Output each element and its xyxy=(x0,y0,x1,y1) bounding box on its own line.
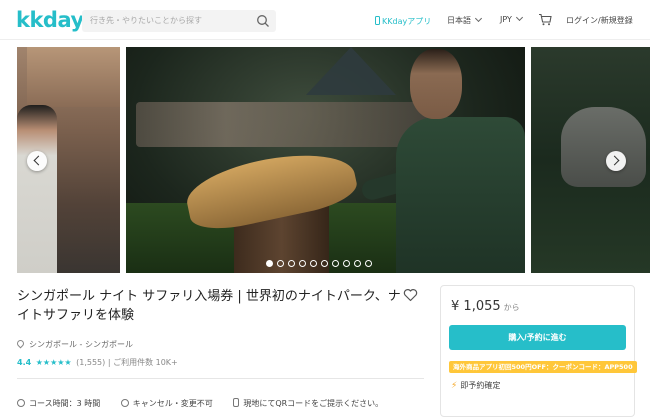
currency-label: JPY xyxy=(500,15,512,24)
chevron-down-icon xyxy=(515,13,523,22)
gallery-prev-button[interactable] xyxy=(27,151,47,171)
audience-crowd xyxy=(136,102,436,147)
currency-selector[interactable]: JPY xyxy=(500,13,523,24)
elephant xyxy=(561,107,646,187)
image-gallery xyxy=(0,45,650,273)
gallery-dot[interactable] xyxy=(266,260,273,267)
search-input[interactable]: 行き先・やりたいことから探す xyxy=(90,15,202,26)
feature-duration-label: コース時間：3 時間 xyxy=(29,399,101,408)
lightning-icon: ⚡ xyxy=(451,381,458,391)
gallery-dot[interactable] xyxy=(288,260,295,267)
building-roof xyxy=(27,47,120,107)
clock-icon xyxy=(17,399,25,407)
product-title: シンガポール ナイト サファリ入場券 | 世界初のナイトパーク、ナイトサファリを… xyxy=(17,289,401,323)
location-text[interactable]: シンガポール - シンガポール xyxy=(29,340,133,349)
review-count[interactable]: (1,555) xyxy=(76,358,105,367)
keeper-head xyxy=(410,49,462,119)
gallery-dot[interactable] xyxy=(299,260,306,267)
heart-icon[interactable] xyxy=(403,288,418,302)
feature-voucher-label: 現地にてQRコードをご提示ください。 xyxy=(243,399,384,408)
gallery-dot[interactable] xyxy=(354,260,361,267)
kkday-logo[interactable]: kkday xyxy=(16,8,84,32)
instant-confirm: ⚡ 即予約確定 xyxy=(451,380,500,391)
phone-icon xyxy=(375,16,380,25)
gallery-pagination xyxy=(266,260,372,267)
feature-list: コース時間：3 時間 キャンセル・変更不可 現地にてQRコードをご提示ください。 xyxy=(17,397,401,409)
phone-icon xyxy=(233,398,240,407)
divider xyxy=(17,378,424,379)
search-bar[interactable]: 行き先・やりたいことから探す xyxy=(82,10,276,32)
guide-person xyxy=(17,105,57,273)
location-pin-icon xyxy=(15,338,26,349)
feature-duration: コース時間：3 時間 xyxy=(17,398,100,409)
gallery-dot[interactable] xyxy=(343,260,350,267)
gallery-dot[interactable] xyxy=(365,260,372,267)
gallery-dot[interactable] xyxy=(310,260,317,267)
currency-symbol: ¥ xyxy=(451,299,460,314)
pavilion-roof xyxy=(306,47,396,95)
rating-score: 4.4 xyxy=(17,358,32,367)
feature-voucher: 現地にてQRコードをご提示ください。 xyxy=(233,397,383,409)
gallery-image-next[interactable] xyxy=(531,47,650,273)
price-amount: 1,055 xyxy=(463,299,501,314)
gallery-dot[interactable] xyxy=(277,260,284,267)
gallery-dot[interactable] xyxy=(321,260,328,267)
gallery-next-button[interactable] xyxy=(606,151,626,171)
app-link[interactable]: KKdayアプリ xyxy=(375,15,431,27)
book-now-button[interactable]: 購入/予約に進む xyxy=(449,325,626,350)
booking-count: ご利用件数 10K+ xyxy=(113,358,178,367)
price: ¥ 1,055 から xyxy=(451,299,520,314)
booking-card: ¥ 1,055 から 購入/予約に進む 海外商品アプリ初回500円OFF：クーポン… xyxy=(440,285,637,417)
star-rating-icon: ★★★★★ xyxy=(35,358,72,367)
cancel-icon xyxy=(120,399,129,407)
chevron-right-icon xyxy=(609,155,620,166)
feature-cancel-label: キャンセル・変更不可 xyxy=(132,399,213,408)
separator: | xyxy=(107,358,111,367)
search-icon[interactable] xyxy=(256,14,270,28)
instant-confirm-label: 即予約確定 xyxy=(460,381,501,390)
price-from-label: から xyxy=(503,303,520,312)
top-header: kkday 行き先・やりたいことから探す KKdayアプリ 日本語 JPY ログ… xyxy=(0,0,650,40)
gallery-image-main[interactable] xyxy=(126,47,525,273)
login-link[interactable]: ログイン/新規登録 xyxy=(566,15,633,26)
language-selector[interactable]: 日本語 xyxy=(447,14,483,26)
chevron-down-icon xyxy=(474,14,483,23)
location-row: シンガポール - シンガポール xyxy=(15,338,133,350)
cart-icon[interactable] xyxy=(538,13,552,26)
rating-row: 4.4 ★★★★★ (1,555) | ご利用件数 10K+ xyxy=(17,357,178,368)
language-label: 日本語 xyxy=(447,16,471,25)
keeper-body xyxy=(396,117,525,273)
app-link-label: KKdayアプリ xyxy=(382,17,432,26)
feature-cancel: キャンセル・変更不可 xyxy=(120,398,213,409)
chevron-left-icon xyxy=(33,155,44,166)
gallery-dot[interactable] xyxy=(332,260,339,267)
promo-badge: 海外商品アプリ初回500円OFF：クーポンコード：APP500 xyxy=(449,361,637,373)
